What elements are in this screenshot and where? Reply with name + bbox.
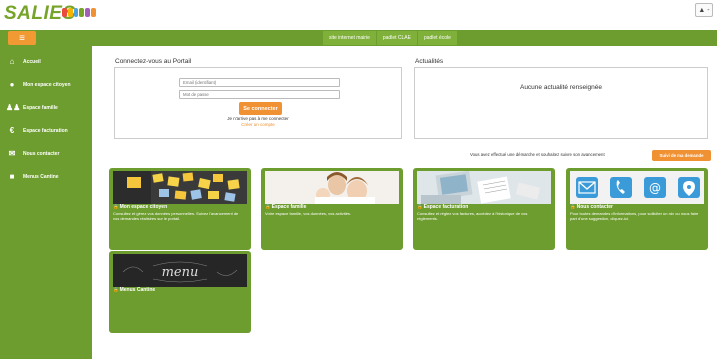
sidebar: ⌂ Accueil ● Mon espace citoyen ♟♟ Espace… [0,46,92,359]
tile-espace-citoyen[interactable]: 🔒Mon espace citoyen Consultez et gérez v… [109,168,251,250]
tile-description: Pour toutes demandes d'informations, pou… [570,211,699,222]
tile-espace-famille[interactable]: 🔒Espace famille Votre espace famille, vo… [261,168,403,250]
top-nav: site internet mairie padlet CLAE padlet … [323,31,458,45]
login-title: Connectez-vous au Portail [115,58,192,65]
tile-description: Votre espace famille, vos données, vos a… [265,211,352,216]
tile-title: 🔒Espace facturation [417,204,469,210]
svg-text:menu: menu [162,265,199,280]
tile-title: 🔒Nous contacter [570,204,614,210]
tile-title: 🔒Menus Cantine [113,287,156,293]
tile-nous-contacter[interactable]: @ 🔒Nous contacter Pour toutes demandes d… [566,168,708,250]
password-field[interactable] [179,90,340,99]
sidebar-item-label: Espace famille [23,104,58,111]
user-menu-button[interactable]: ▲ - [695,3,713,17]
sidebar-item-espace-citoyen[interactable]: ● Mon espace citoyen [0,73,92,96]
lock-icon: 🔒 [113,204,119,209]
sidebar-item-menus-cantine[interactable]: ■ Menus Cantine [0,165,92,188]
square-icon: ■ [9,172,15,181]
tile-title: 🔒Espace famille [265,204,307,210]
sidebar-item-label: Espace facturation [23,127,68,134]
envelope-icon: ✉ [8,149,16,158]
sidebar-item-label: Menus Cantine [23,173,59,180]
tile-image-famille [265,171,399,204]
lock-icon: 🔒 [570,204,576,209]
nav-link-padlet-clae[interactable]: padlet CLAE [376,31,418,45]
sidebar-item-espace-facturation[interactable]: € Espace facturation [0,119,92,142]
user-icon: ▲ - [698,6,710,14]
follow-request-text: Vous avez effectué une démarche et souha… [470,152,605,157]
tile-description: Consultez et réglez vos factures, accéde… [417,211,528,222]
lock-icon: 🔒 [265,204,271,209]
news-title: Actualités [415,58,444,65]
tile-image-menu: menu [113,254,247,287]
login-panel: Se connecter Je n'arrive pas à me connec… [114,67,402,139]
sidebar-item-label: Nous contacter [23,150,60,157]
email-field[interactable] [179,78,340,87]
forgot-login-link[interactable]: Je n'arrive pas à me connecter [115,116,401,121]
svg-text:@: @ [649,181,661,195]
hamburger-icon: ≡ [19,32,25,44]
tile-espace-facturation[interactable]: 🔒Espace facturation Consultez et réglez … [413,168,555,250]
nav-link-site-mairie[interactable]: site internet mairie [323,31,377,45]
nav-link-padlet-ecole[interactable]: padlet école [417,31,458,45]
news-panel: Aucune actualité renseignée [414,67,708,139]
home-icon: ⌂ [9,57,15,66]
login-button[interactable]: Se connecter [239,102,282,115]
family-icon: ♟♟ [6,103,21,112]
sidebar-item-label: Mon espace citoyen [23,81,71,88]
euro-icon: € [9,126,15,135]
user-icon: ● [9,80,15,89]
menu-toggle-button[interactable]: ≡ [8,31,36,45]
create-account-link[interactable]: Créer un compte [115,122,401,127]
tile-description: Consultez et gérez vos données personnel… [113,211,239,222]
lock-icon: 🔒 [417,204,423,209]
news-empty-text: Aucune actualité renseignée [519,84,603,91]
follow-request-button[interactable]: Suivi de ma demande [652,150,711,161]
tile-image-contact: @ [570,171,704,204]
tile-menus-cantine[interactable]: menu 🔒Menus Cantine [109,251,251,333]
sidebar-item-espace-famille[interactable]: ♟♟ Espace famille [0,96,92,119]
logo-decoration [62,6,96,18]
tile-image-citoyen [113,171,247,204]
tile-image-facturation [417,171,551,204]
tile-title: 🔒Mon espace citoyen [113,204,168,210]
sidebar-item-nous-contacter[interactable]: ✉ Nous contacter [0,142,92,165]
sidebar-item-label: Accueil [23,58,41,65]
sidebar-item-accueil[interactable]: ⌂ Accueil [0,50,92,73]
lock-icon: 🔒 [113,287,119,292]
